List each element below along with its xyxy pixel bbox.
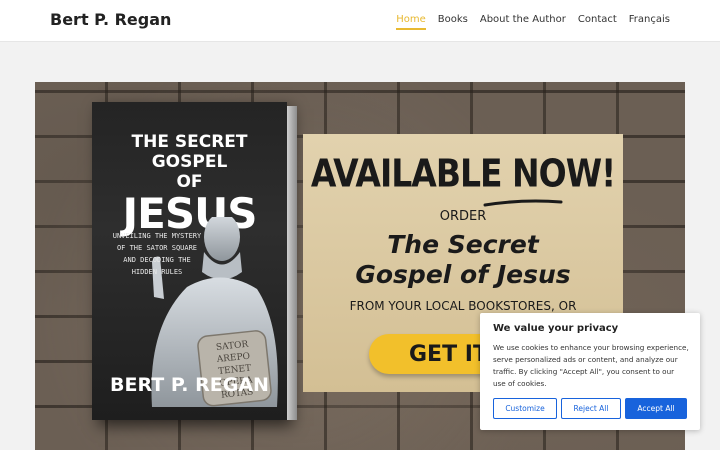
book-page-edges [287,106,297,420]
customize-button[interactable]: Customize [493,398,557,419]
nav-about-author[interactable]: About the Author [480,14,566,30]
book-title-line1: THE SECRET GOSPEL [131,132,248,172]
site-header: Bert P. Regan Home Books About the Autho… [0,0,720,42]
nav-contact[interactable]: Contact [578,14,617,30]
book-cover: THE SECRET GOSPEL OF JESUS SATOR AREPO T… [92,102,287,420]
promo-book-title: The Secret Gospel of Jesus [303,230,623,290]
accept-all-button[interactable]: Accept All [625,398,687,419]
nav-francais[interactable]: Français [629,14,670,30]
promo-book-title-line2: Gospel of Jesus [355,260,571,289]
book-cover-subtitle: UNVEILING THE MYSTERY OF THE SATOR SQUAR… [112,232,202,276]
cookie-description: We use cookies to enhance your browsing … [493,343,689,388]
site-title-link[interactable]: Bert P. Regan [50,10,171,29]
main-nav: Home Books About the Author Contact Fran… [396,14,670,30]
cookie-consent-banner: We value your privacy We use cookies to … [480,313,700,430]
book-cover-author: BERT P. REGAN [110,374,269,396]
cookie-title: We value your privacy [493,323,619,334]
reject-all-button[interactable]: Reject All [561,398,621,419]
promo-book-title-line1: The Secret [387,230,539,259]
promo-headline: AVAILABLE NOW! [310,151,616,196]
promo-stores-text: FROM YOUR LOCAL BOOKSTORES, OR [349,299,577,313]
nav-home[interactable]: Home [396,14,426,30]
nav-books[interactable]: Books [438,14,468,30]
promo-order-label: ORDER [439,209,487,224]
underline-swoosh [483,199,563,207]
